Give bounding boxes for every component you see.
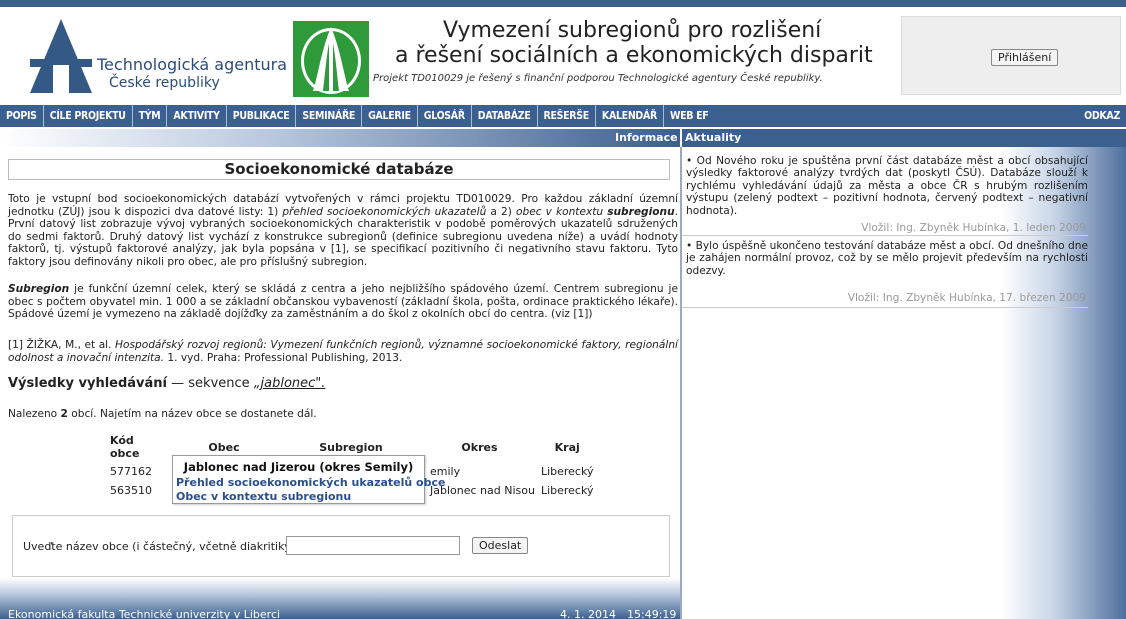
tab-aktuality[interactable]: Aktuality <box>682 129 1126 147</box>
intro-link-context[interactable]: obec v kontextu subregionu <box>516 206 675 218</box>
news-divider <box>682 235 1088 236</box>
subnav-gradient <box>0 129 680 147</box>
agency-subname: České republiky <box>109 75 220 91</box>
footer-institution: Ekonomická fakulta Technické univerzity … <box>8 608 281 619</box>
subregion-definition: Subregion je funkční územní celek, který… <box>8 283 678 321</box>
title-line-1: Vymezení subregionů pro rozlišení <box>443 18 822 43</box>
nav-item-seminare[interactable]: SEMINÁŘE <box>296 105 363 127</box>
search-form: Uveďte název obce (i částečný, včetně di… <box>12 515 670 577</box>
news-item: • Od Nového roku je spuštěna první část … <box>686 155 1088 217</box>
col-header-okres: Okres <box>461 440 498 454</box>
results-dash: — sekvence <box>167 376 254 391</box>
page-header: Technologická agentura České republiky V… <box>0 7 1126 98</box>
popup-link-context[interactable]: Obec v kontextu subregionu <box>176 490 351 503</box>
intro-paragraph: Toto je vstupní bod socioekonomických da… <box>8 193 678 269</box>
found-count: 2 <box>60 408 68 420</box>
footer-time: 15:49:19 <box>627 608 677 619</box>
results-heading: Výsledky vyhledávání — sekvence „jablone… <box>8 376 325 391</box>
news-sidebar: • Od Nového roku je spuštěna první část … <box>680 147 1126 619</box>
main-content: Socioekonomické databáze Toto je vstupní… <box>0 147 680 619</box>
sub-navigation: Informace Aktuality <box>0 129 1126 147</box>
intro-link-context-text: obec v kontextu <box>515 205 608 218</box>
project-subtitle: Projekt TD010029 je řešený s finanční po… <box>373 73 823 84</box>
nav-item-aktivity[interactable]: AKTIVITY <box>167 105 227 127</box>
intro-link-context-bold: subregionu <box>607 205 675 218</box>
tacr-logo-icon <box>30 19 92 93</box>
nav-item-reserse[interactable]: REŠERŠE <box>538 105 596 127</box>
nav-item-glosar[interactable]: GLOSÁŘ <box>418 105 472 127</box>
nav-item-cile-projektu[interactable]: CÍLE PROJEKTU <box>44 105 133 127</box>
reference-authors: [1] ŽIŽKA, M., et al. <box>8 339 116 351</box>
cell-kraj: Liberecký <box>540 465 594 478</box>
nav-item-popis[interactable]: POPIS <box>0 105 44 127</box>
university-logo-icon <box>293 21 369 97</box>
results-query: „jablonec". <box>253 376 326 391</box>
tab-informace[interactable]: Informace <box>611 129 682 147</box>
results-label: Výsledky vyhledávání <box>8 376 168 391</box>
intro-link-indicators[interactable]: přehled socioekonomických ukazatelů <box>282 206 486 218</box>
col-header-kod: Kód obce <box>110 434 140 460</box>
municipality-popup: Jablonec nad Jizerou (okres Semily) Přeh… <box>172 455 445 504</box>
nav-item-tym[interactable]: TÝM <box>133 105 168 127</box>
col-header-kraj: Kraj <box>554 440 580 454</box>
nav-item-web-ef[interactable]: WEB EF <box>664 105 714 127</box>
nav-item-odkazy[interactable]: ODKAZ <box>1078 105 1126 127</box>
subregion-text: je funkční územní celek, který se skládá… <box>8 283 678 321</box>
nav-item-databaze[interactable]: DATABÁZE <box>472 105 538 127</box>
intro-text-b: a 2) <box>486 205 516 218</box>
agency-name: Technologická agentura <box>97 55 288 74</box>
news-signature: Vložil: Ing. Zbyněk Hubínka, 1. leden 20… <box>861 222 1086 234</box>
found-text-b: obcí. Najetím na název obce se dostanete… <box>67 408 317 420</box>
cell-kod: 563510 <box>110 484 152 497</box>
cell-kraj: Liberecký <box>540 484 594 497</box>
news-signature: Vložil: Ing. Zbyněk Hubínka, 17. březen … <box>847 292 1086 304</box>
found-text-a: Nalezeno <box>8 408 61 420</box>
nav-item-kalendar[interactable]: KALENDÁŘ <box>596 105 664 127</box>
news-divider <box>682 307 1088 308</box>
top-strip <box>0 0 1126 7</box>
subregion-term: Subregion <box>8 283 70 295</box>
footer-date: 4. 1. 2014 <box>560 608 616 619</box>
title-line-2: a řešení sociálních a ekonomických dispa… <box>395 43 873 68</box>
login-panel: Přihlášení <box>901 16 1121 95</box>
popup-link-indicators[interactable]: Přehled socioekonomických ukazatelů obce <box>176 476 445 489</box>
nav-item-galerie[interactable]: GALERIE <box>362 105 418 127</box>
main-navigation: POPIS CÍLE PROJEKTU TÝM AKTIVITY PUBLIKA… <box>0 105 1126 127</box>
popup-title: Jablonec nad Jizerou (okres Semily) <box>183 460 414 474</box>
news-item: • Bylo úspěšně ukončeno testování databá… <box>686 240 1088 277</box>
submit-button[interactable]: Odeslat <box>472 537 529 554</box>
reference-paragraph: [1] ŽIŽKA, M., et al. Hospodářský rozvoj… <box>8 339 678 364</box>
search-input[interactable] <box>286 536 460 555</box>
page-footer: Ekonomická fakulta Technické univerzity … <box>0 578 680 619</box>
login-button[interactable]: Přihlášení <box>991 49 1059 66</box>
page-title: Socioekonomické databáze <box>8 159 670 180</box>
reference-publisher: 1. vyd. Praha: Professional Publishing, … <box>164 351 403 364</box>
found-count-text: Nalezeno 2 obcí. Najetím na název obce s… <box>8 408 317 420</box>
search-label: Uveďte název obce (i částečný, včetně di… <box>23 540 299 553</box>
nav-item-publikace[interactable]: PUBLIKACE <box>227 105 297 127</box>
cell-kod: 577162 <box>110 465 152 478</box>
